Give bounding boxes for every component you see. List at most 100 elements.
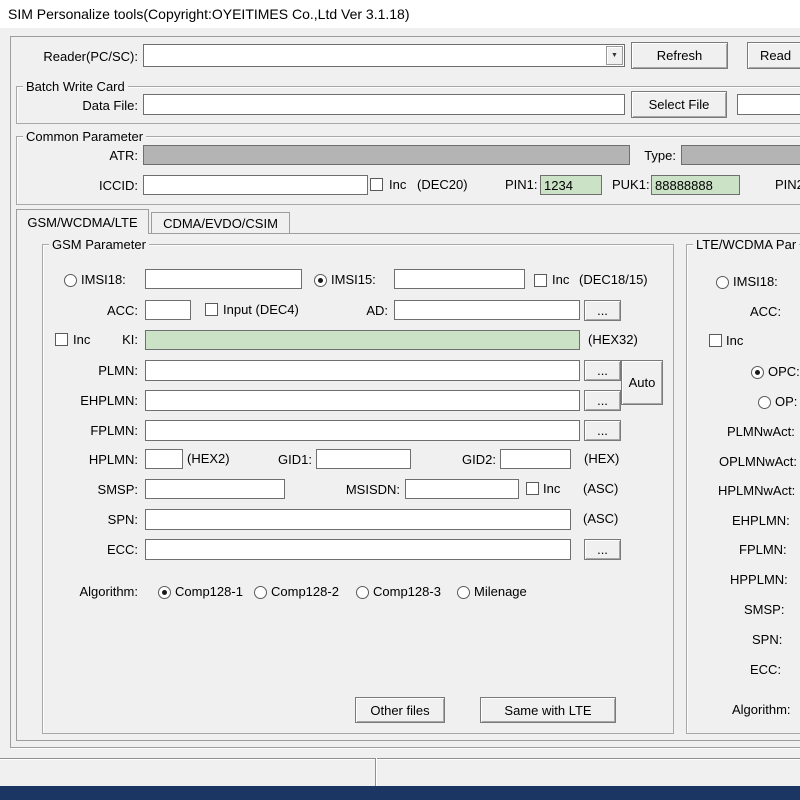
msisdn-inc-checkbox[interactable] — [526, 482, 539, 495]
lte-imsi18-radio[interactable] — [716, 276, 729, 289]
lte-ecc-label: ECC: — [750, 662, 782, 677]
plmn-browse-button[interactable]: ... — [584, 360, 621, 381]
lte-algorithm-label: Algorithm: — [732, 702, 791, 717]
ki-hex32-label: (HEX32) — [588, 332, 638, 347]
imsi-dec1815-label: (DEC18/15) — [579, 272, 648, 287]
batch-extra-field[interactable] — [737, 94, 800, 115]
plmn-input[interactable] — [145, 360, 580, 381]
common-parameter-title: Common Parameter — [23, 129, 147, 144]
dropdown-arrow-icon[interactable]: ▼ — [606, 46, 623, 65]
batch-write-card-title: Batch Write Card — [23, 79, 128, 94]
iccid-input[interactable] — [143, 175, 368, 195]
fplmn-label: FPLMN: — [90, 423, 138, 438]
iccid-label: ICCID: — [99, 178, 138, 193]
spn-input[interactable] — [145, 509, 571, 530]
iccid-inc-checkbox[interactable] — [370, 178, 383, 191]
atr-label: ATR: — [109, 148, 138, 163]
same-with-lte-button[interactable]: Same with LTE — [480, 697, 616, 723]
lte-parameter-title: LTE/WCDMA Par — [693, 237, 800, 252]
alg-comp128-2-label: Comp128-2 — [271, 584, 339, 599]
pin1-input[interactable] — [540, 175, 602, 195]
window-titlebar: SIM Personalize tools(Copyright:OYEITIME… — [0, 0, 800, 28]
ad-label: AD: — [366, 303, 388, 318]
data-file-label: Data File: — [82, 98, 138, 113]
lte-fplmn-label: FPLMN: — [739, 542, 787, 557]
ehplmn-label: EHPLMN: — [80, 393, 138, 408]
imsi18-input[interactable] — [145, 269, 302, 289]
imsi15-radio[interactable] — [314, 274, 327, 287]
iccid-inc-label: Inc — [389, 177, 407, 192]
acc-input[interactable] — [145, 300, 191, 320]
tab-gsm-wcdma-lte[interactable]: GSM/WCDMA/LTE — [16, 209, 149, 234]
reader-combobox-input[interactable] — [145, 46, 605, 65]
ad-browse-button[interactable]: ... — [584, 300, 621, 321]
alg-milenage-label: Milenage — [474, 584, 527, 599]
smsp-input[interactable] — [145, 479, 285, 499]
lte-opc-label: OPC: — [768, 364, 800, 379]
read-button[interactable]: Read — [747, 42, 800, 69]
lte-inc-checkbox[interactable] — [709, 334, 722, 347]
alg-comp128-1-label: Comp128-1 — [175, 584, 243, 599]
atr-field — [143, 145, 630, 165]
data-file-input[interactable] — [143, 94, 625, 115]
ad-input[interactable] — [394, 300, 580, 320]
ecc-input[interactable] — [145, 539, 571, 560]
gid2-input[interactable] — [500, 449, 571, 469]
taskbar — [0, 786, 800, 800]
window-title: SIM Personalize tools(Copyright:OYEITIME… — [8, 6, 410, 22]
alg-comp128-2-radio[interactable] — [254, 586, 267, 599]
refresh-button[interactable]: Refresh — [631, 42, 728, 69]
gid1-input[interactable] — [316, 449, 411, 469]
plmn-label: PLMN: — [98, 363, 138, 378]
fplmn-input[interactable] — [145, 420, 580, 441]
ehplmn-browse-button[interactable]: ... — [584, 390, 621, 411]
gid-hex-label: (HEX) — [584, 451, 620, 466]
smsp-label: SMSP: — [97, 482, 138, 497]
select-file-button[interactable]: Select File — [631, 91, 727, 118]
gid1-label: GID1: — [278, 452, 312, 467]
msisdn-inc-label: Inc — [543, 481, 561, 496]
iccid-dec20-label: (DEC20) — [417, 177, 468, 192]
lte-opc-radio[interactable] — [751, 366, 764, 379]
lte-ehplmn-label: EHPLMN: — [732, 513, 790, 528]
fplmn-browse-button[interactable]: ... — [584, 420, 621, 441]
hplmn-label: HPLMN: — [88, 452, 138, 467]
msisdn-input[interactable] — [405, 479, 519, 499]
pin2-label: PIN2 — [775, 177, 800, 192]
ecc-label: ECC: — [106, 542, 138, 557]
ehplmn-input[interactable] — [145, 390, 580, 411]
imsi18-radio[interactable] — [64, 274, 77, 287]
type-field — [681, 145, 800, 165]
imsi-inc-checkbox[interactable] — [534, 274, 547, 287]
lte-smsp-label: SMSP: — [744, 602, 785, 617]
gid2-label: GID2: — [462, 452, 496, 467]
ecc-browse-button[interactable]: ... — [584, 539, 621, 560]
plmn-auto-button[interactable]: Auto — [621, 360, 663, 405]
reader-combobox[interactable]: ▼ — [143, 44, 625, 67]
spn-label: SPN: — [107, 512, 138, 527]
other-files-button[interactable]: Other files — [355, 697, 445, 723]
alg-comp128-1-radio[interactable] — [158, 586, 171, 599]
type-label: Type: — [644, 148, 676, 163]
puk1-label: PUK1: — [612, 177, 650, 192]
imsi15-input[interactable] — [394, 269, 525, 289]
puk1-input[interactable] — [651, 175, 740, 195]
status-divider-vertical — [375, 758, 377, 786]
lte-hplmnwact-label: HPLMNwAct: — [718, 483, 796, 498]
algorithm-label: Algorithm: — [79, 584, 138, 599]
acc-input-dec4-checkbox[interactable] — [205, 303, 218, 316]
pin1-label: PIN1: — [505, 177, 538, 192]
imsi-inc-label: Inc — [552, 272, 570, 287]
tab-cdma-evdo-csim[interactable]: CDMA/EVDO/CSIM — [151, 212, 290, 233]
tab-cdma-label: CDMA/EVDO/CSIM — [163, 215, 278, 231]
acc-input-dec4-label: Input (DEC4) — [223, 302, 299, 317]
alg-milenage-radio[interactable] — [457, 586, 470, 599]
ki-input[interactable] — [145, 330, 580, 350]
lte-op-radio[interactable] — [758, 396, 771, 409]
gsm-parameter-title: GSM Parameter — [49, 237, 149, 252]
alg-comp128-3-radio[interactable] — [356, 586, 369, 599]
lte-hpplmn-label: HPPLMN: — [730, 572, 788, 587]
hplmn-input[interactable] — [145, 449, 183, 469]
tab-gsm-label: GSM/WCDMA/LTE — [27, 214, 138, 230]
hplmn-hex2-label: (HEX2) — [187, 451, 230, 466]
